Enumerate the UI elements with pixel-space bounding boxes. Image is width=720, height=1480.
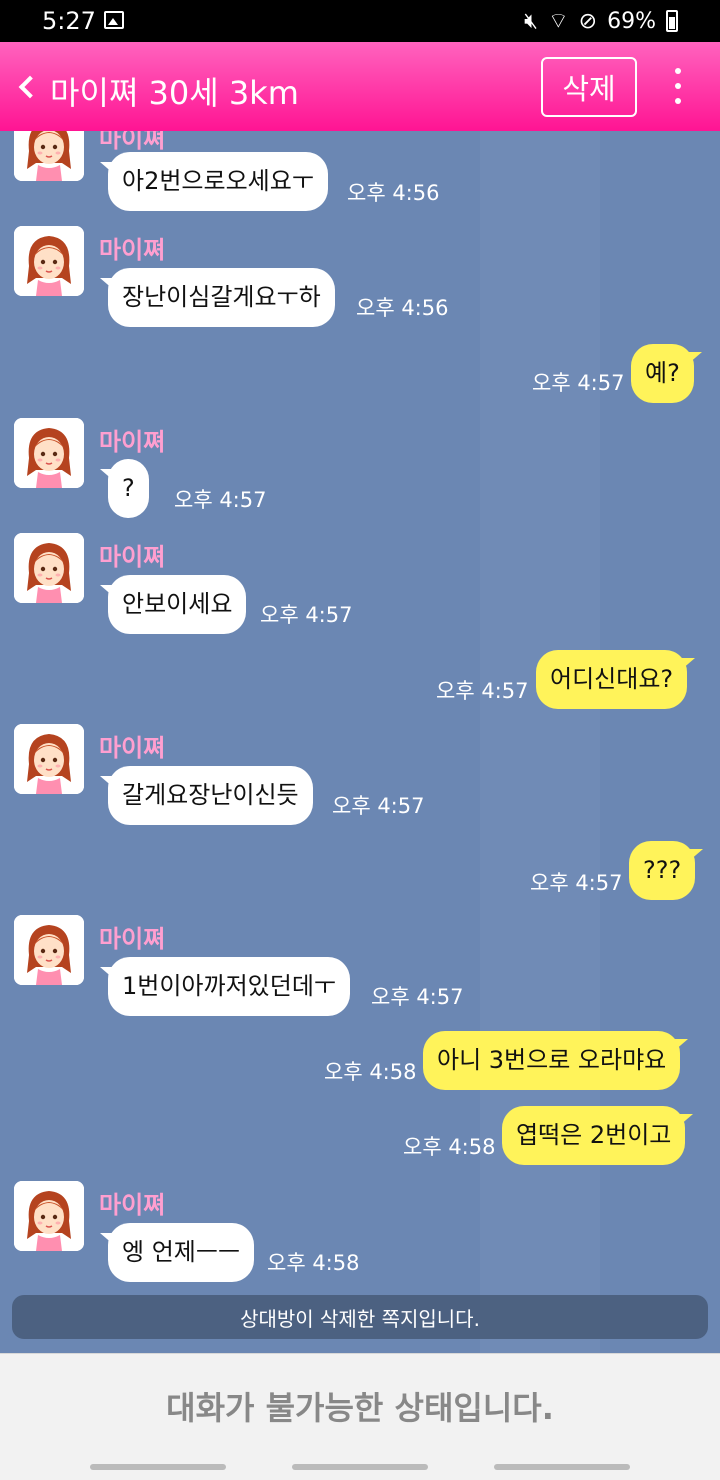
more-options-icon[interactable] xyxy=(668,68,688,104)
background-stripe xyxy=(480,131,600,1353)
sender-name: 마이쪄 xyxy=(99,734,166,762)
battery-icon xyxy=(666,10,678,32)
chat-title: 마이쪄 30세 3km xyxy=(50,74,299,112)
message-time: 오후 4:56 xyxy=(347,181,440,205)
nav-home-button[interactable] xyxy=(292,1464,428,1470)
image-icon xyxy=(104,11,124,29)
sender-name: 마이쪄 xyxy=(99,236,166,264)
message-time: 오후 4:56 xyxy=(356,296,449,320)
sender-name: 마이쪄 xyxy=(99,925,166,953)
message-bubble[interactable]: ? xyxy=(100,459,149,518)
status-time: 5:27 xyxy=(42,7,96,35)
message-bubble[interactable]: 아니 3번으로 오라먀요 xyxy=(423,1031,689,1090)
message-time: 오후 4:57 xyxy=(371,985,464,1009)
chat-disabled-text: 대화가 불가능한 상태입니다. xyxy=(166,1389,554,1427)
message-time: 오후 4:58 xyxy=(403,1135,496,1159)
sender-name: 마이쪄 xyxy=(99,1191,166,1219)
deleted-message-notice: 상대방이 삭제한 쪽지입니다. xyxy=(12,1295,708,1339)
sender-name: 마이쪄 xyxy=(99,543,166,571)
message-bubble[interactable]: 예? xyxy=(631,344,702,403)
message-bubble[interactable]: 엥 언제ㅡㅡ xyxy=(99,1223,255,1282)
avatar[interactable] xyxy=(14,418,84,488)
message-time: 오후 4:57 xyxy=(532,371,625,395)
message-time: 오후 4:57 xyxy=(530,871,623,895)
message-bubble[interactable]: 장난이심갈게요ㅜ하 xyxy=(100,268,335,327)
sender-name: 마이쪄 xyxy=(99,131,166,153)
battery-percent: 69% xyxy=(607,8,656,34)
avatar[interactable] xyxy=(14,226,84,296)
avatar[interactable] xyxy=(14,533,84,603)
back-icon[interactable] xyxy=(16,71,44,103)
chat-area[interactable]: 마이쪄 아2번으로오세요ㅜ 오후 4:56 마이쪄 장난이심갈게요ㅜ하 오후 4… xyxy=(0,131,720,1353)
avatar[interactable] xyxy=(14,915,84,985)
message-time: 오후 4:57 xyxy=(332,794,425,818)
avatar[interactable] xyxy=(14,724,84,794)
system-nav-bar xyxy=(0,1458,720,1480)
status-icons: 🔇︎ ⌔ ⊘ 69% xyxy=(524,7,678,35)
message-bubble[interactable]: 엽떡은 2번이고 xyxy=(502,1106,694,1165)
sender-name: 마이쪄 xyxy=(99,428,166,456)
status-bar: 5:27 🔇︎ ⌔ ⊘ 69% xyxy=(0,0,720,42)
do-not-disturb-icon: ⊘ xyxy=(578,8,598,34)
message-bubble[interactable]: 1번이아까저있던데ㅜ xyxy=(100,957,350,1016)
message-bubble[interactable]: 갈게요장난이신듯 xyxy=(100,766,313,825)
message-time: 오후 4:58 xyxy=(324,1060,417,1084)
mute-icon: 🔇︎ xyxy=(524,8,538,34)
message-bubble[interactable]: ??? xyxy=(629,841,704,900)
chat-header: 마이쪄 30세 3km 삭제 xyxy=(0,42,720,131)
wifi-icon: ⌔ xyxy=(547,9,569,34)
message-time: 오후 4:57 xyxy=(260,603,353,627)
message-time: 오후 4:57 xyxy=(436,679,529,703)
message-time: 오후 4:58 xyxy=(267,1251,360,1275)
chat-disabled-bar: 대화가 불가능한 상태입니다. xyxy=(0,1353,720,1458)
avatar[interactable] xyxy=(14,1181,84,1251)
message-time: 오후 4:57 xyxy=(174,488,267,512)
nav-recents-button[interactable] xyxy=(90,1464,226,1470)
avatar[interactable] xyxy=(14,131,84,181)
delete-button[interactable]: 삭제 xyxy=(541,57,637,117)
message-bubble[interactable]: 아2번으로오세요ㅜ xyxy=(100,152,328,211)
message-bubble[interactable]: 어디신대요? xyxy=(536,650,696,709)
nav-back-button[interactable] xyxy=(494,1464,630,1470)
message-bubble[interactable]: 안보이세요 xyxy=(99,575,247,634)
